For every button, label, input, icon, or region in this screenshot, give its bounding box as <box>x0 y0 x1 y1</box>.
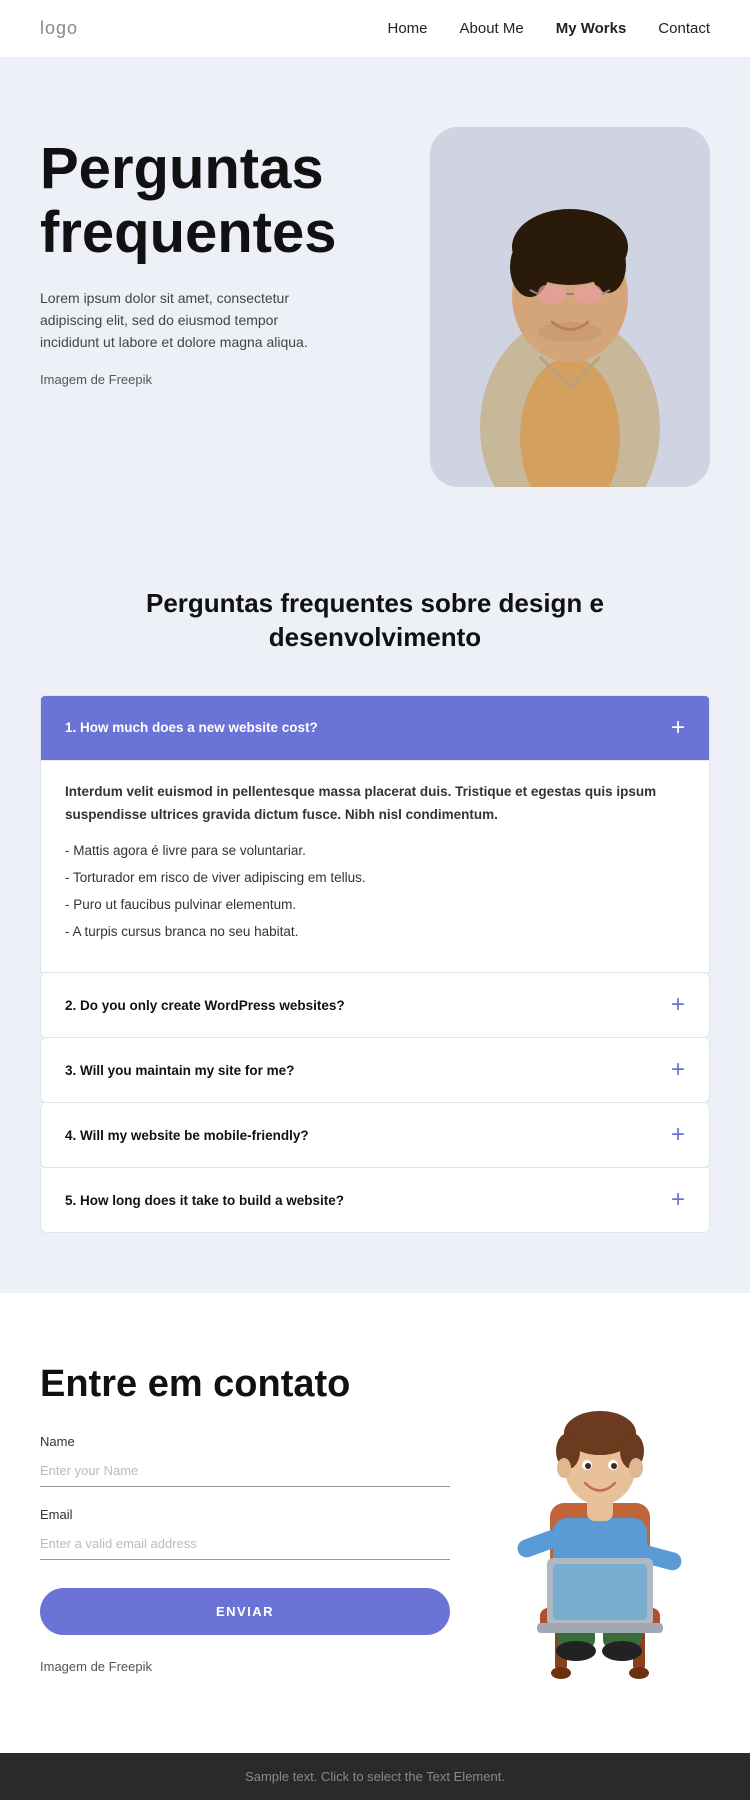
contact-person-illustration <box>495 1383 705 1693</box>
faq-subtitle: Perguntas frequentes sobre design e dese… <box>105 587 645 655</box>
nav-contact[interactable]: Contact <box>658 20 710 37</box>
hero-image <box>430 127 710 487</box>
faq-question-3-text: 3. Will you maintain my site for me? <box>65 1063 294 1078</box>
name-input[interactable] <box>40 1455 450 1487</box>
nav-links: Home About Me My Works Contact <box>387 20 710 37</box>
faq-question-5[interactable]: 5. How long does it take to build a webs… <box>41 1168 709 1232</box>
faq-plus-4: + <box>671 1123 685 1147</box>
contact-image-column <box>490 1363 710 1693</box>
faq-plus-1: + <box>671 716 685 740</box>
contact-title: Entre em contato <box>40 1363 450 1406</box>
faq-question-1[interactable]: 1. How much does a new website cost? + <box>41 696 709 760</box>
logo: logo <box>40 18 78 39</box>
contact-credit-prefix: Imagem de <box>40 1659 109 1674</box>
nav-about[interactable]: About Me <box>460 20 524 37</box>
hero-title: Perguntas frequentes <box>40 137 430 265</box>
email-label: Email <box>40 1507 450 1522</box>
nav-home[interactable]: Home <box>387 20 427 37</box>
faq-question-3[interactable]: 3. Will you maintain my site for me? + <box>41 1038 709 1102</box>
nav-works[interactable]: My Works <box>556 20 627 37</box>
email-input[interactable] <box>40 1528 450 1560</box>
hero-description: Lorem ipsum dolor sit amet, consectetur … <box>40 287 340 354</box>
faq-question-2[interactable]: 2. Do you only create WordPress websites… <box>41 973 709 1037</box>
navbar: logo Home About Me My Works Contact <box>0 0 750 57</box>
contact-form-column: Entre em contato Name Email ENVIAR Image… <box>40 1363 450 1674</box>
hero-credit-prefix: Imagem de <box>40 372 109 387</box>
faq-question-2-text: 2. Do you only create WordPress websites… <box>65 998 345 1013</box>
list-item: Puro ut faucibus pulvinar elementum. <box>65 894 685 917</box>
faq-question-4[interactable]: 4. Will my website be mobile-friendly? + <box>41 1103 709 1167</box>
footer-text: Sample text. Click to select the Text El… <box>40 1769 710 1784</box>
faq-item-2: 2. Do you only create WordPress websites… <box>40 973 710 1038</box>
faq-question-1-text: 1. How much does a new website cost? <box>65 720 318 735</box>
faq-list: 1. How much does a new website cost? + I… <box>40 695 710 1234</box>
contact-credit-link[interactable]: Freepik <box>109 1659 152 1674</box>
hero-text: Perguntas frequentes Lorem ipsum dolor s… <box>40 117 430 387</box>
faq-plus-2: + <box>671 993 685 1017</box>
faq-plus-3: + <box>671 1058 685 1082</box>
name-form-group: Name <box>40 1434 450 1487</box>
faq-item-3: 3. Will you maintain my site for me? + <box>40 1038 710 1103</box>
contact-credit: Imagem de Freepik <box>40 1659 450 1674</box>
faq-question-4-text: 4. Will my website be mobile-friendly? <box>65 1128 309 1143</box>
faq-item-4: 4. Will my website be mobile-friendly? + <box>40 1103 710 1168</box>
faq-item-5: 5. How long does it take to build a webs… <box>40 1168 710 1233</box>
faq-answer-1-bold: Interdum velit euismod in pellentesque m… <box>65 781 685 827</box>
faq-item-1: 1. How much does a new website cost? + I… <box>40 695 710 974</box>
list-item: A turpis cursus branca no seu habitat. <box>65 921 685 944</box>
email-form-group: Email <box>40 1507 450 1560</box>
faq-answer-1: Interdum velit euismod in pellentesque m… <box>41 760 709 973</box>
name-label: Name <box>40 1434 450 1449</box>
hero-person-illustration <box>430 127 710 487</box>
footer: Sample text. Click to select the Text El… <box>0 1753 750 1800</box>
hero-section: Perguntas frequentes Lorem ipsum dolor s… <box>0 57 750 517</box>
faq-question-5-text: 5. How long does it take to build a webs… <box>65 1193 344 1208</box>
hero-credit-link[interactable]: Freepik <box>109 372 152 387</box>
list-item: Torturador em risco de viver adipiscing … <box>65 867 685 890</box>
faq-plus-5: + <box>671 1188 685 1212</box>
contact-section: Entre em contato Name Email ENVIAR Image… <box>0 1293 750 1753</box>
faq-answer-1-list: Mattis agora é livre para se voluntariar… <box>65 840 685 944</box>
submit-button[interactable]: ENVIAR <box>40 1588 450 1635</box>
hero-credit: Imagem de Freepik <box>40 372 430 387</box>
faq-section: Perguntas frequentes sobre design e dese… <box>0 517 750 1293</box>
list-item: Mattis agora é livre para se voluntariar… <box>65 840 685 863</box>
